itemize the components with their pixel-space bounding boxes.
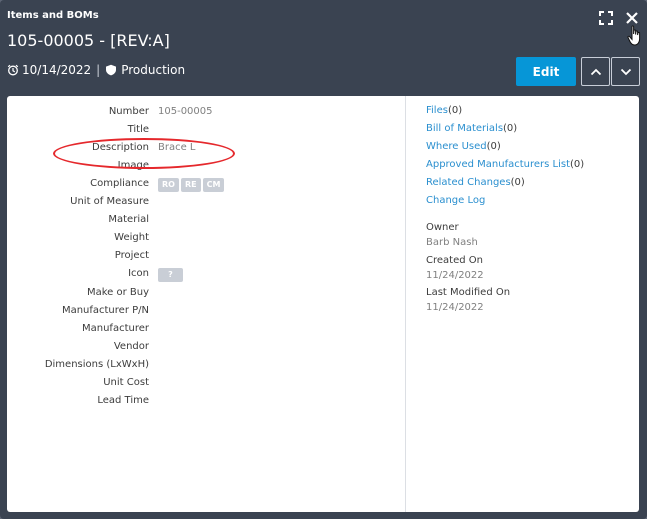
link-row-change-log: Change Log (426, 195, 485, 206)
link-files[interactable]: Files (426, 105, 448, 116)
link-count: (0) (486, 141, 501, 152)
owner-value: Barb Nash (426, 237, 478, 248)
field-label: Icon (128, 268, 149, 280)
chevron-up-icon (590, 68, 601, 75)
lifecycle-shield-icon (105, 64, 117, 76)
field-label: Unit of Measure (70, 196, 149, 208)
field-value: RO RE CM (158, 178, 226, 193)
created-on-value: 11/24/2022 (426, 270, 484, 281)
field-row-compliance: Compliance RO RE CM (7, 178, 405, 193)
section-title: Items and BOMs (7, 10, 99, 21)
field-row-project: Project (7, 250, 405, 264)
field-row-lead-time: Lead Time (7, 395, 405, 409)
lifecycle-state: Production (121, 63, 186, 77)
meta-separator: | (96, 63, 101, 77)
field-label: Project (114, 250, 149, 262)
field-row-material: Material (7, 214, 405, 228)
link-change-log[interactable]: Change Log (426, 195, 485, 206)
field-row-description: Description Brace L (7, 142, 405, 156)
owner-label: Owner (426, 222, 459, 233)
field-label: Description (92, 142, 149, 154)
field-row-number: Number 105-00005 (7, 106, 405, 120)
link-row-files: Files(0) (426, 105, 462, 116)
close-icon (626, 12, 638, 24)
field-row-manufacturer: Manufacturer (7, 323, 405, 337)
hand-cursor-icon (627, 25, 643, 51)
field-label: Unit Cost (103, 376, 149, 388)
maximize-button[interactable] (597, 9, 615, 27)
field-label: Make or Buy (86, 286, 149, 298)
field-label: Manufacturer P/N (61, 304, 149, 316)
link-row-related-changes: Related Changes(0) (426, 177, 525, 188)
field-value: Brace L (158, 142, 196, 154)
item-meta: 10/14/2022 | Production (7, 63, 185, 77)
field-row-vendor: Vendor (7, 341, 405, 355)
previous-item-button[interactable] (581, 57, 610, 86)
maximize-icon (599, 11, 613, 25)
field-label: Image (117, 160, 149, 172)
field-row-dimensions-lxwxh: Dimensions (LxWxH) (7, 359, 405, 373)
link-row-approved-manufacturers-list: Approved Manufacturers List(0) (426, 159, 584, 170)
item-details-window: Items and BOMs 105-00005 - [REV:A] 10/14… (0, 0, 647, 519)
field-label: Number (108, 106, 149, 117)
link-related-changes[interactable]: Related Changes (426, 177, 511, 188)
icon-placeholder-chip: ? (158, 268, 183, 283)
edit-button[interactable]: Edit (516, 57, 576, 86)
link-count: (0) (510, 177, 525, 188)
field-row-icon: Icon? (7, 268, 405, 283)
field-label: Compliance (90, 178, 149, 190)
field-row-make-or-buy: Make or Buy (7, 287, 405, 301)
field-label: Title (127, 124, 149, 136)
field-label: Lead Time (97, 394, 149, 406)
field-row-unit-of-measure: Unit of Measure (7, 196, 405, 210)
field-label: Manufacturer (82, 322, 149, 334)
field-value: ? (158, 268, 183, 283)
field-label: Material (108, 214, 149, 226)
compliance-chip: RO (158, 178, 179, 193)
field-value: 105-00005 (158, 106, 213, 117)
next-item-button[interactable] (611, 57, 640, 86)
last-modified-value: 11/24/2022 (426, 302, 484, 313)
item-title: 105-00005 - [REV:A] (7, 31, 170, 50)
link-count: (0) (570, 159, 585, 170)
link-count: (0) (503, 123, 518, 134)
field-label: Weight (114, 232, 149, 244)
link-row-bill-of-materials: Bill of Materials(0) (426, 123, 517, 134)
compliance-chip: RE (180, 178, 201, 193)
field-row-unit-cost: Unit Cost (7, 377, 405, 391)
link-where-used[interactable]: Where Used (426, 141, 487, 152)
column-divider (405, 96, 406, 512)
field-row-image: Image (7, 160, 405, 174)
field-row-manufacturer-p-n: Manufacturer P/N (7, 305, 405, 319)
link-row-where-used: Where Used(0) (426, 141, 501, 152)
field-row-weight: Weight (7, 232, 405, 246)
last-modified-label: Last Modified On (426, 287, 511, 298)
created-on-label: Created On (426, 255, 483, 266)
field-label: Dimensions (LxWxH) (44, 358, 149, 370)
alarm-clock-icon (7, 64, 19, 76)
chevron-down-icon (620, 68, 631, 75)
details-panel: Number 105-00005 Title Description Brace L Im… (7, 96, 639, 512)
field-row-title: Title (7, 124, 405, 138)
link-count: (0) (447, 105, 463, 116)
release-date: 10/14/2022 (22, 63, 92, 77)
link-approved-manufacturers-list[interactable]: Approved Manufacturers List (426, 159, 570, 170)
field-label: Vendor (113, 340, 149, 352)
compliance-chip: CM (202, 178, 225, 193)
link-bill-of-materials[interactable]: Bill of Materials (426, 123, 503, 134)
